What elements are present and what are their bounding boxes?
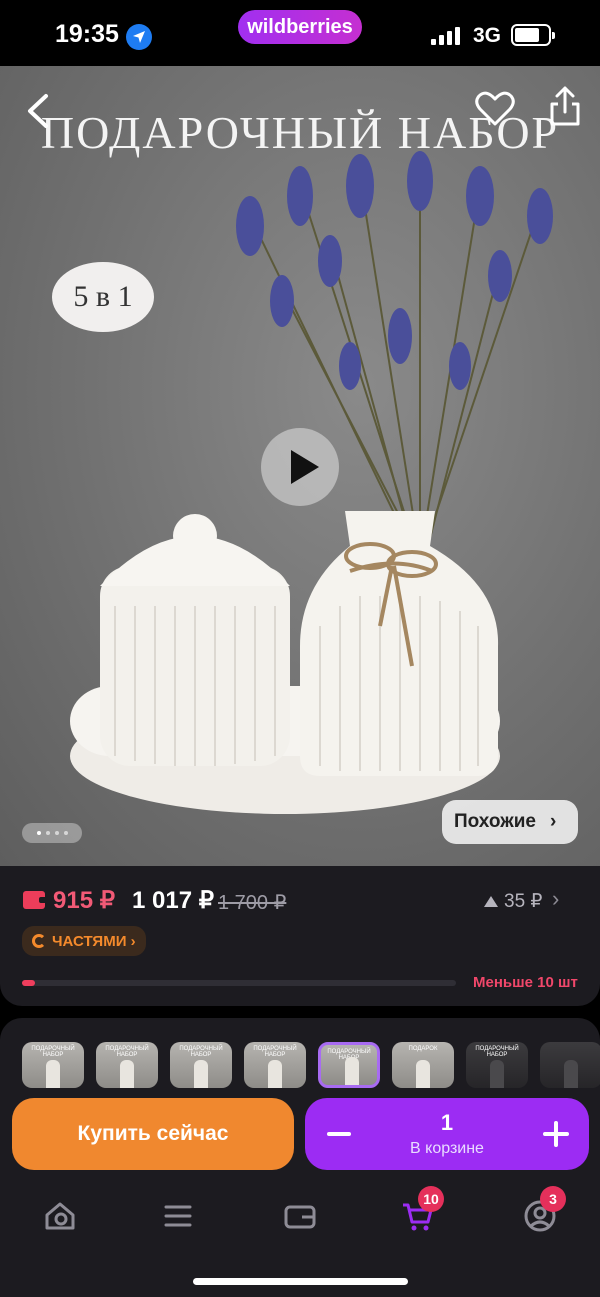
favorite-button[interactable] (474, 88, 516, 128)
gallery-pagination (22, 823, 82, 843)
buy-now-button[interactable]: Купить сейчас (12, 1098, 294, 1170)
status-time: 19:35 (55, 20, 119, 48)
search-home-icon (45, 1202, 75, 1230)
variant-caption: ПОДАРОК (408, 1046, 438, 1052)
pagination-dot (45, 831, 50, 835)
variant-caption: ПОДАРОЧНЫЙ НАБОР (253, 1046, 297, 1058)
wallet-icon (284, 1205, 316, 1229)
tab-home[interactable] (42, 1198, 82, 1238)
variant-preview (46, 1060, 60, 1088)
heart-icon (475, 91, 515, 126)
share-button[interactable] (546, 84, 584, 128)
variant-preview (416, 1060, 430, 1088)
chevron-left-icon (28, 94, 48, 128)
old-price: 1 700 ₽ (218, 892, 287, 914)
variant-thumbnail[interactable]: ПОДАРОК (392, 1042, 454, 1088)
variant-thumbnail[interactable]: ПОДАРОЧНЫЙ НАБОР (96, 1042, 158, 1088)
stock-progress-fill (22, 980, 36, 986)
profile-notification-badge: 3 (540, 1186, 566, 1212)
variant-caption: ПОДАРОЧНЫЙ НАБОР (105, 1046, 149, 1058)
chevron-right-icon[interactable]: › (552, 886, 559, 912)
stock-label: Меньше 10 шт (473, 974, 578, 991)
wallet-price: 915 ₽ (53, 887, 115, 914)
variant-preview (268, 1060, 282, 1088)
pie-chart-icon (32, 934, 46, 948)
variant-preview (345, 1057, 359, 1085)
variant-preview (564, 1060, 578, 1088)
variant-thumbnail[interactable]: ПОДАРОЧНЫЙ НАБОР (318, 1042, 380, 1088)
similar-products-button[interactable]: Похожие › (442, 800, 578, 844)
variant-thumbnail[interactable]: ПОДАРОЧНЫЙ НАБОР (22, 1042, 84, 1088)
pagination-dot (63, 831, 68, 835)
battery-icon (511, 24, 555, 46)
variant-thumbnail[interactable]: ПОДАРОЧНЫЙ НАБОР (244, 1042, 306, 1088)
play-video-button[interactable] (261, 428, 339, 506)
share-icon (550, 86, 580, 126)
pagination-dot (54, 831, 59, 835)
installments-button[interactable]: ЧАСТЯМИ › (22, 926, 146, 956)
variant-caption: ПОДАРОЧНЫЙ НАБОР (31, 1046, 75, 1058)
tab-catalog[interactable] (160, 1198, 200, 1238)
brand-pill[interactable]: wildberries (238, 10, 362, 44)
network-type: 3G (473, 24, 502, 47)
status-bar: 19:35 wildberries 3G (0, 0, 600, 66)
installments-label: ЧАСТЯМИ › (52, 932, 136, 950)
back-button[interactable] (20, 86, 60, 136)
tab-wallet[interactable] (282, 1198, 322, 1238)
location-arrow-icon (126, 24, 152, 50)
menu-lines-icon (164, 1205, 192, 1227)
current-price: 1 017 ₽ (132, 887, 214, 914)
variant-thumbnail[interactable]: ПОДАРОЧНЫЙ НАБОР (466, 1042, 528, 1088)
variant-preview (490, 1060, 504, 1088)
variant-thumbnail[interactable]: ПОДАРОЧНЫЙ НАБОР (170, 1042, 232, 1088)
cart-count-badge: 10 (418, 1186, 444, 1212)
price-change-value: 35 ₽ (504, 891, 543, 912)
signal-strength-icon (431, 27, 460, 45)
variant-thumbnail[interactable] (540, 1042, 600, 1088)
tab-profile[interactable]: 3 (522, 1186, 566, 1238)
tab-cart[interactable]: 10 (400, 1186, 444, 1238)
triangle-up-icon (484, 896, 498, 907)
price-card: 915 ₽ 1 017 ₽ 1 700 ₽ 35 ₽ › ЧАСТЯМИ › М… (0, 866, 600, 1006)
stock-progress (22, 980, 456, 986)
price-change[interactable]: 35 ₽ (484, 890, 543, 913)
variant-preview (120, 1060, 134, 1088)
pagination-dot (36, 831, 41, 835)
increase-quantity-button[interactable] (543, 1121, 569, 1147)
variant-caption: ПОДАРОЧНЫЙ НАБОР (475, 1046, 519, 1058)
similar-label: Похожие (454, 811, 536, 832)
bundle-badge: 5 в 1 (52, 262, 154, 332)
product-gallery[interactable]: ПОДАРОЧНЫЙ НАБОР 5 в 1 Похожие › (0, 66, 600, 866)
home-indicator (193, 1278, 408, 1285)
chevron-right-icon: › (549, 811, 557, 832)
wallet-icon (23, 891, 47, 909)
cart-quantity-control: 1 В корзине (305, 1098, 589, 1170)
variant-caption: ПОДАРОЧНЫЙ НАБОР (179, 1046, 223, 1058)
variant-preview (194, 1060, 208, 1088)
